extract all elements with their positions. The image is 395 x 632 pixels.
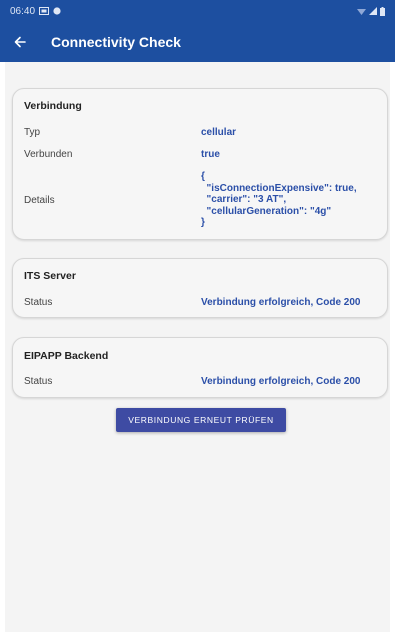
status-time: 06:40 [10, 5, 36, 17]
status-value: Verbindung erfolgreich, Code 200 [201, 376, 361, 387]
right-screen-edge [390, 62, 395, 632]
status-label: Status [24, 376, 53, 387]
cell-signal-icon [369, 7, 377, 15]
left-screen-edge [0, 62, 5, 632]
status-label: Status [24, 297, 53, 308]
type-label: Typ [24, 127, 41, 138]
details-value: { "isConnectionExpensive": true, "carrie… [201, 171, 357, 228]
connected-label: Verbunden [24, 149, 73, 160]
its-server-card: ITS Server Status Verbindung erfolgreich… [12, 258, 388, 318]
app-notification-icon [53, 7, 61, 15]
connected-value: true [201, 149, 220, 160]
card-title: EIPAPP Backend [24, 350, 109, 362]
arrow-left-icon [14, 36, 26, 48]
type-value: cellular [201, 127, 237, 138]
wifi-signal-icon [357, 9, 366, 15]
backend-card: EIPAPP Backend Status Verbindung erfolgr… [12, 337, 388, 398]
back-button[interactable] [3, 22, 37, 62]
retry-connection-button[interactable]: VERBINDUNG ERNEUT PRÜFEN [116, 408, 286, 432]
status-value: Verbindung erfolgreich, Code 200 [201, 297, 361, 308]
card-title: Verbindung [24, 100, 82, 112]
status-right [357, 6, 385, 16]
status-left: 06:40 [10, 6, 61, 17]
connection-card: Verbindung Typ cellular Verbunden true D… [12, 88, 388, 240]
app-bar: Connectivity Check [0, 22, 395, 62]
details-label: Details [24, 195, 55, 206]
status-bar: 06:40 [0, 0, 395, 22]
battery-icon [380, 6, 385, 16]
page-title: Connectivity Check [51, 34, 181, 50]
image-notification-icon [39, 7, 50, 15]
card-title: ITS Server [24, 270, 76, 282]
